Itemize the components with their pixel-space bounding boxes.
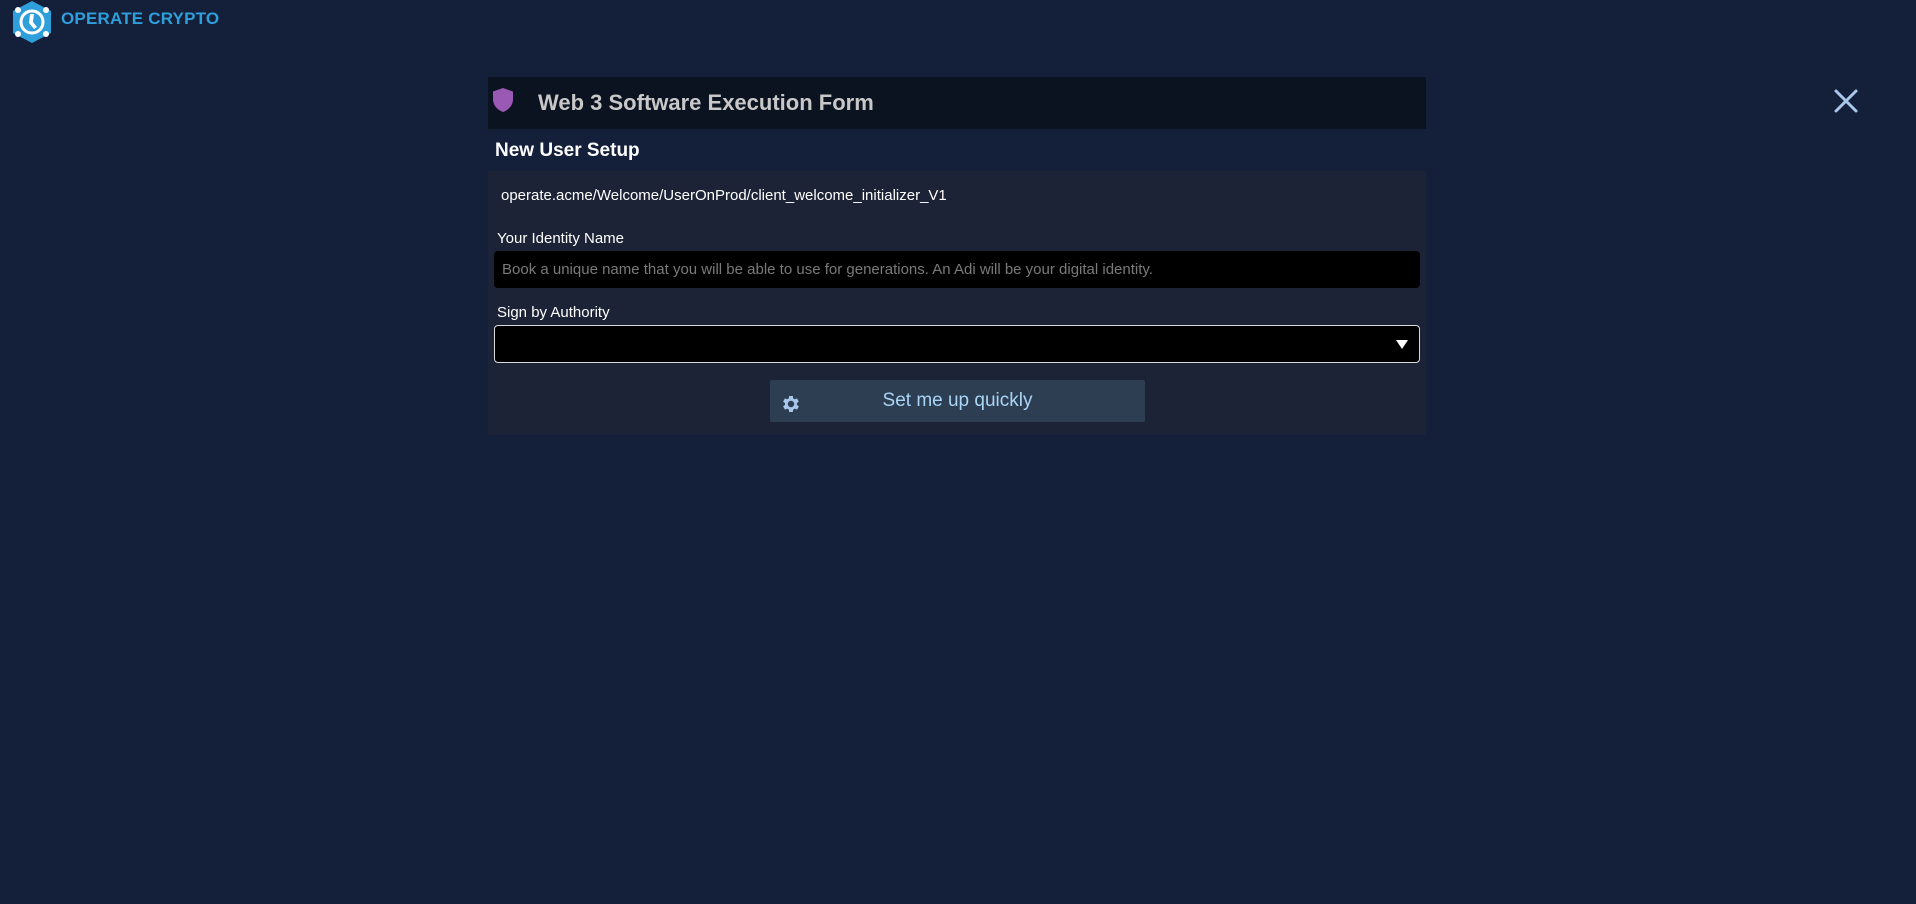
set-me-up-quickly-button[interactable]: Set me up quickly [770, 380, 1145, 422]
execution-form-modal: Web 3 Software Execution Form New User S… [488, 77, 1426, 435]
form-panel: operate.acme/Welcome/UserOnProd/client_w… [488, 171, 1426, 435]
set-me-up-quickly-label: Set me up quickly [882, 390, 1033, 411]
operate-crypto-logo-icon [13, 1, 51, 43]
dropdown-arrow-icon [1396, 340, 1408, 349]
shield-icon [493, 88, 513, 112]
brand-name: OPERATE CRYPTO [61, 9, 220, 28]
modal-header: Web 3 Software Execution Form [488, 77, 1426, 129]
identity-name-label: Your Identity Name [497, 230, 625, 247]
section-title: New User Setup [495, 140, 640, 161]
workflow-path: operate.acme/Welcome/UserOnProd/client_w… [501, 187, 947, 204]
identity-name-input[interactable] [494, 251, 1420, 288]
brand-logo[interactable]: OPERATE CRYPTO [9, 0, 219, 44]
close-button[interactable] [1831, 86, 1861, 116]
modal-title: Web 3 Software Execution Form [538, 90, 874, 115]
sign-by-authority-select[interactable] [494, 325, 1420, 363]
sign-by-authority-label: Sign by Authority [497, 304, 610, 321]
close-icon [1834, 89, 1858, 113]
